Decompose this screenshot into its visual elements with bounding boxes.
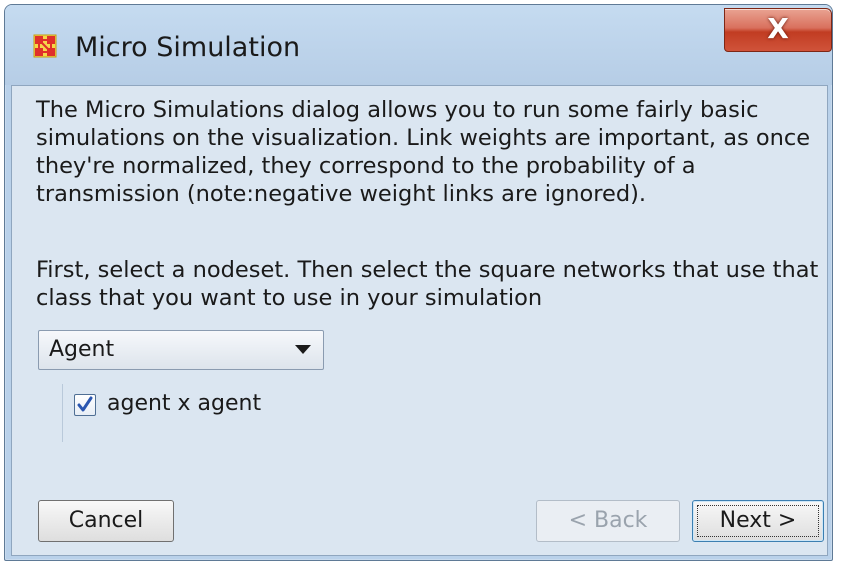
dialog-window: Micro Simulation X The Micro Simulations… — [4, 4, 833, 561]
close-button[interactable]: X — [724, 8, 832, 52]
network-checkbox-label[interactable]: agent x agent — [107, 388, 261, 420]
next-button[interactable]: Next > — [692, 500, 824, 542]
back-button[interactable]: < Back — [536, 500, 680, 542]
window-title: Micro Simulation — [75, 32, 301, 63]
focus-ring — [697, 505, 819, 537]
dialog-content: The Micro Simulations dialog allows you … — [11, 85, 828, 556]
cancel-button[interactable]: Cancel — [38, 500, 174, 542]
description-text: The Micro Simulations dialog allows you … — [36, 97, 811, 207]
network-checkbox[interactable] — [74, 394, 96, 416]
network-list: agent x agent — [62, 384, 363, 442]
title-bar[interactable]: Micro Simulation X — [5, 5, 832, 85]
network-nodes-icon — [33, 34, 57, 58]
close-icon: X — [767, 12, 789, 45]
nodeset-select-value: Agent — [49, 337, 115, 362]
dropdown-arrow-icon[interactable] — [295, 345, 311, 354]
nodeset-select[interactable]: Agent — [38, 330, 324, 370]
checkmark-icon — [77, 396, 93, 412]
instructions-text: First, select a nodeset. Then select the… — [36, 257, 819, 311]
